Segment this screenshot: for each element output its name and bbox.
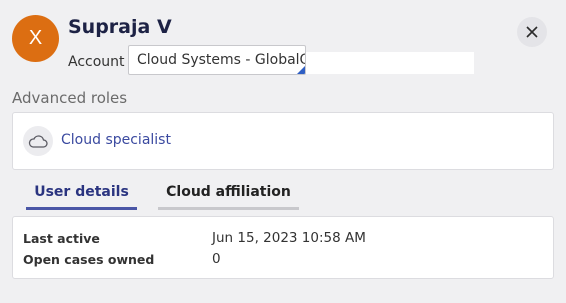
close-icon bbox=[526, 26, 538, 38]
user-avatar: X bbox=[12, 15, 59, 62]
account-select-extension bbox=[306, 52, 474, 74]
open-cases-label: Open cases owned bbox=[23, 252, 155, 267]
user-details-card: Last active Jun 15, 2023 10:58 AM Open c… bbox=[12, 216, 554, 279]
advanced-roles-card: Cloud specialist bbox=[12, 112, 554, 170]
close-button[interactable] bbox=[517, 17, 547, 47]
select-corner-indicator bbox=[297, 66, 305, 74]
avatar-initial: X bbox=[28, 27, 43, 49]
last-active-value: Jun 15, 2023 10:58 AM bbox=[212, 230, 366, 246]
cloud-icon bbox=[23, 126, 53, 156]
role-cloud-specialist[interactable]: Cloud specialist bbox=[61, 132, 171, 148]
tab-user-details[interactable]: User details bbox=[26, 184, 137, 210]
account-label: Account bbox=[68, 54, 125, 70]
account-select[interactable]: Cloud Systems - GlobalOps bbox=[128, 45, 306, 75]
account-select-value: Cloud Systems - GlobalOps bbox=[137, 52, 305, 68]
user-name: Supraja V bbox=[68, 16, 172, 38]
advanced-roles-title: Advanced roles bbox=[12, 89, 128, 107]
open-cases-value: 0 bbox=[212, 251, 221, 267]
last-active-label: Last active bbox=[23, 231, 100, 246]
tab-cloud-affiliation[interactable]: Cloud affiliation bbox=[158, 184, 299, 210]
